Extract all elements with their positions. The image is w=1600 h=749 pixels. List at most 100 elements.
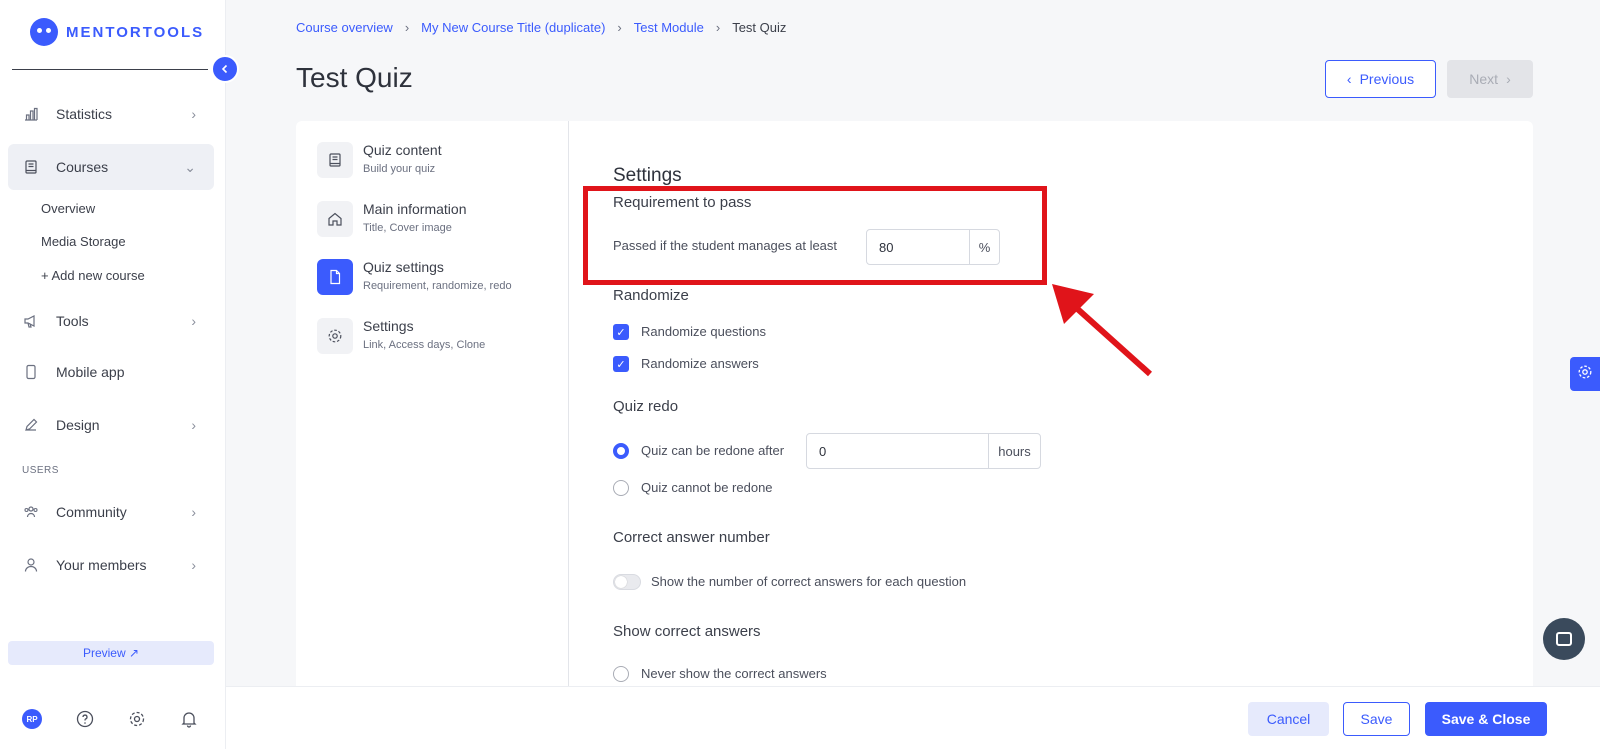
sidebar-subitem-media-storage[interactable]: Media Storage	[41, 234, 126, 249]
step-quiz-settings[interactable]: Quiz settings Requirement, randomize, re…	[317, 259, 512, 295]
next-button[interactable]: Next ›	[1447, 60, 1533, 98]
breadcrumb-course-overview[interactable]: Course overview	[296, 20, 393, 35]
breadcrumb: Course overview › My New Course Title (d…	[296, 20, 786, 35]
sidebar-item-statistics[interactable]: Statistics ›	[8, 91, 214, 137]
step-settings[interactable]: Settings Link, Access days, Clone	[317, 318, 485, 354]
document-icon	[317, 259, 353, 295]
settings-heading: Settings	[613, 165, 682, 186]
annotation-arrow-icon	[1050, 282, 1160, 385]
chevron-right-icon: ›	[191, 557, 196, 573]
sidebar-item-label: Statistics	[56, 106, 113, 122]
book-icon	[317, 142, 353, 178]
chat-icon	[1556, 632, 1572, 646]
sidebar-item-design[interactable]: Design ›	[8, 402, 214, 448]
pen-icon	[22, 416, 40, 434]
chat-launcher-button[interactable]	[1543, 618, 1585, 660]
randomize-answers-checkbox[interactable]: ✓	[613, 356, 629, 372]
redo-disallowed-label: Quiz cannot be redone	[641, 480, 773, 495]
sidebar-item-label: Design	[56, 417, 100, 433]
gear-icon	[1577, 364, 1593, 384]
chevron-down-icon: ⌄	[184, 158, 196, 175]
chevron-right-icon: ›	[617, 20, 622, 35]
breadcrumb-module[interactable]: Test Module	[634, 20, 704, 35]
breadcrumb-course[interactable]: My New Course Title (duplicate)	[421, 20, 605, 35]
hours-addon: hours	[988, 434, 1040, 468]
randomize-heading: Randomize	[613, 287, 689, 304]
sidebar-item-your-members[interactable]: Your members ›	[8, 542, 214, 588]
help-icon[interactable]	[75, 709, 95, 729]
correct-number-toggle[interactable]	[613, 574, 641, 590]
sidebar-item-label: Tools	[56, 313, 89, 329]
users-section-label: USERS	[22, 465, 59, 476]
floating-settings-button[interactable]	[1570, 357, 1600, 391]
phone-icon	[22, 363, 40, 381]
chevron-right-icon: ›	[191, 417, 196, 433]
people-icon	[22, 503, 40, 521]
redo-hours-input[interactable]	[807, 434, 988, 468]
card-divider	[568, 121, 569, 691]
logo[interactable]: MENTORTOOLS	[30, 18, 204, 46]
step-subtitle: Build your quiz	[363, 163, 436, 175]
sidebar-divider	[12, 69, 208, 70]
next-label: Next	[1469, 71, 1499, 87]
chevron-right-icon: ›	[715, 20, 721, 35]
sidebar-subitem-add-course[interactable]: + Add new course	[41, 268, 145, 283]
annotation-highlight-box	[583, 186, 1047, 285]
chevron-right-icon: ›	[191, 313, 196, 329]
sidebar-item-courses[interactable]: Courses ⌄	[8, 144, 214, 190]
step-main-information[interactable]: Main information Title, Cover image	[317, 201, 467, 237]
chevron-left-icon	[220, 61, 230, 77]
sidebar-item-mobile-app[interactable]: Mobile app	[8, 349, 214, 395]
collapse-sidebar-button[interactable]	[211, 55, 239, 83]
sidebar-item-label: Mobile app	[56, 364, 125, 380]
user-icon	[22, 556, 40, 574]
chevron-right-icon: ›	[191, 504, 196, 520]
correct-answer-number-heading: Correct answer number	[613, 529, 770, 546]
chevron-right-icon: ›	[191, 106, 196, 122]
bar-chart-icon	[22, 105, 40, 123]
redo-allowed-label: Quiz can be redone after	[641, 443, 785, 458]
page-title: Test Quiz	[296, 62, 413, 93]
sidebar-subitem-overview[interactable]: Overview	[41, 201, 95, 216]
sidebar-item-label: Community	[56, 504, 127, 520]
quiz-redo-heading: Quiz redo	[613, 398, 679, 415]
step-title: Quiz settings	[363, 259, 444, 275]
cancel-button[interactable]: Cancel	[1248, 702, 1329, 736]
chevron-left-icon: ‹	[1346, 71, 1352, 87]
gear-icon[interactable]	[127, 709, 147, 729]
save-close-button[interactable]: Save & Close	[1425, 702, 1547, 736]
redo-disallowed-radio[interactable]	[613, 480, 629, 496]
correct-number-toggle-label: Show the number of correct answers for e…	[651, 574, 967, 589]
step-subtitle: Requirement, randomize, redo	[363, 280, 512, 292]
previous-button[interactable]: ‹ Previous	[1325, 60, 1436, 98]
never-show-radio[interactable]	[613, 666, 629, 682]
randomize-answers-label: Randomize answers	[641, 356, 759, 371]
logo-text: MENTORTOOLS	[66, 23, 205, 41]
randomize-questions-checkbox[interactable]: ✓	[613, 324, 629, 340]
never-show-label: Never show the correct answers	[641, 666, 827, 681]
redo-hours-field: hours	[806, 433, 1041, 469]
preview-button[interactable]: Preview ↗	[8, 641, 214, 665]
book-icon	[22, 158, 40, 176]
home-icon	[317, 201, 353, 237]
megaphone-icon	[22, 312, 40, 330]
breadcrumb-current: Test Quiz	[732, 20, 787, 35]
previous-label: Previous	[1359, 71, 1415, 87]
logo-icon	[30, 18, 58, 46]
step-title: Main information	[363, 201, 467, 217]
bell-icon[interactable]	[179, 709, 199, 729]
step-title: Quiz content	[363, 142, 442, 158]
gear-icon	[317, 318, 353, 354]
sidebar-item-label: Your members	[56, 557, 147, 573]
avatar[interactable]: RP	[22, 709, 42, 729]
save-button[interactable]: Save	[1343, 702, 1410, 736]
step-title: Settings	[363, 318, 414, 334]
chevron-right-icon: ›	[1506, 71, 1511, 87]
step-quiz-content[interactable]: Quiz content Build your quiz	[317, 142, 442, 178]
redo-allowed-radio[interactable]	[613, 443, 629, 459]
show-correct-answers-heading: Show correct answers	[613, 623, 761, 640]
sidebar-item-tools[interactable]: Tools ›	[8, 298, 214, 344]
step-subtitle: Title, Cover image	[363, 222, 452, 234]
sidebar-item-community[interactable]: Community ›	[8, 489, 214, 535]
randomize-questions-label: Randomize questions	[641, 324, 767, 339]
